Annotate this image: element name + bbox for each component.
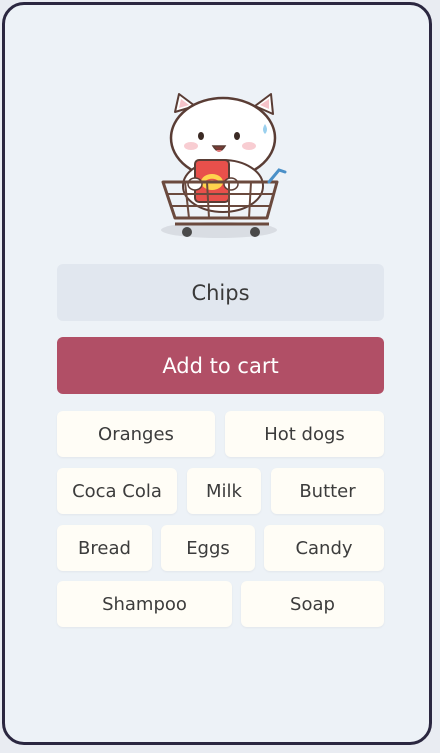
suggestion-chip-hot-dogs[interactable]: Hot dogs [225,411,384,457]
cat-in-shopping-cart-icon [161,93,287,238]
suggestion-chip-shampoo[interactable]: Shampoo [57,581,232,627]
suggestion-chip-bread[interactable]: Bread [57,525,152,571]
suggestion-chip-milk[interactable]: Milk [187,468,261,514]
add-to-cart-button[interactable]: Add to cart [57,337,384,394]
app-frame: Add to cart Oranges Hot dogs Coca Cola M… [2,2,432,745]
suggestion-chip-eggs[interactable]: Eggs [161,525,255,571]
suggestion-chip-butter[interactable]: Butter [271,468,384,514]
suggestion-chip-oranges[interactable]: Oranges [57,411,215,457]
suggestion-chip-candy[interactable]: Candy [264,525,384,571]
item-input[interactable] [57,264,384,321]
suggestion-chip-coca-cola[interactable]: Coca Cola [57,468,177,514]
suggestion-chip-soap[interactable]: Soap [241,581,384,627]
